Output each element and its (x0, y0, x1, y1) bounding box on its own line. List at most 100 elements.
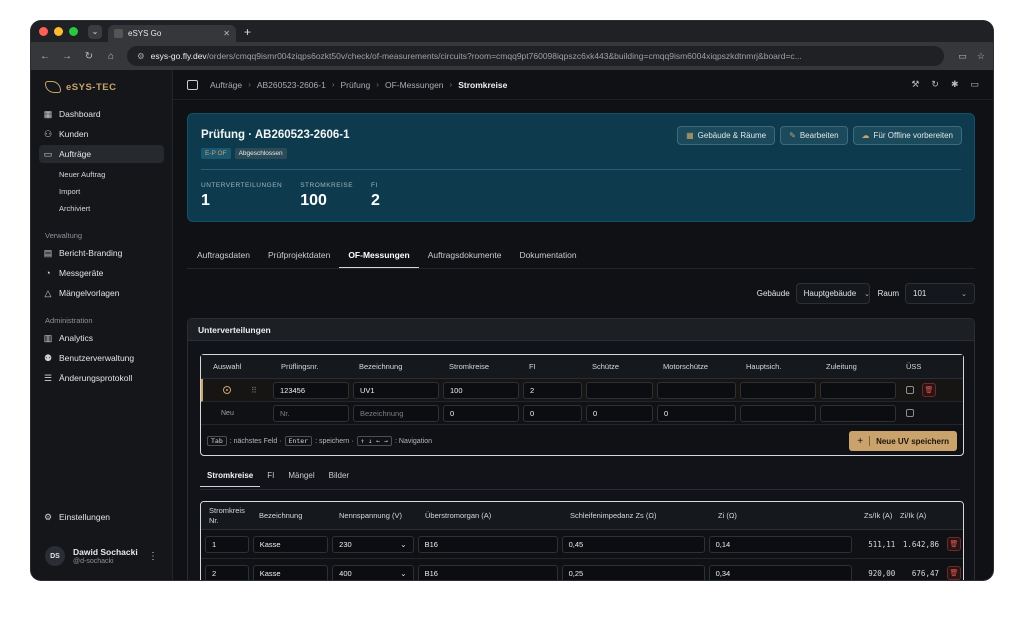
sidebar-item-kunden[interactable]: ⚇ Kunden (39, 125, 164, 143)
sidebar-item-maengelvorlagen[interactable]: △ Mängelvorlagen (39, 284, 164, 302)
schuetze-input[interactable] (586, 381, 653, 399)
forward-arrow-icon[interactable]: → (61, 51, 73, 62)
sidebar-subitem-archiviert[interactable]: Archiviert (59, 200, 172, 217)
sidebar-subitem-import[interactable]: Import (59, 183, 172, 200)
building-select[interactable]: Hauptgebäude ⌄ (795, 283, 870, 304)
zs-input[interactable]: 0,25 (561, 564, 705, 580)
stromkreise-input[interactable]: 0 (443, 404, 519, 422)
url-path: /orders/cmqq9ismr004ziqps6ozkt50v/check/… (206, 51, 802, 61)
sidebar-subitem-neuer-auftrag[interactable]: Neuer Auftrag (59, 166, 172, 183)
col-ueberstromorgan: Überstromorgan (A) (425, 510, 492, 520)
hauptsich-input[interactable] (740, 381, 816, 399)
sidebar-item-aenderungsprotokoll[interactable]: ☰ Änderungsprotokoll (39, 369, 164, 387)
brand-logo[interactable]: eSYS-TEC (31, 78, 172, 103)
sidebar-item-analytics[interactable]: ▥ Analytics (39, 329, 164, 347)
subtab-bilder[interactable]: Bilder (322, 471, 356, 487)
subtab-stromkreise[interactable]: Stromkreise (200, 471, 261, 487)
prepare-offline-button[interactable]: ☁ Für Offline vorbereiten (852, 126, 962, 145)
trash-icon[interactable]: 🗑 (947, 566, 961, 580)
maximize-window-button[interactable] (69, 27, 78, 36)
bookmark-star-icon[interactable]: ☆ (977, 51, 985, 62)
select-radio[interactable] (223, 386, 231, 394)
breadcrumb-of-messungen[interactable]: OF-Messungen (385, 80, 444, 90)
save-uv-button[interactable]: + Neue UV speichern (849, 431, 957, 451)
tab-auftragsdaten[interactable]: Auftragsdaten (195, 250, 259, 268)
monitor-icon[interactable]: ▭ (970, 79, 979, 90)
fi-input[interactable]: 0 (523, 404, 582, 422)
uess-checkbox[interactable] (906, 386, 914, 394)
more-vertical-icon[interactable]: ⋮ (148, 551, 158, 562)
table-row-new[interactable]: Neu Nr. Bezeichnung 0 0 0 0 (201, 402, 963, 425)
breadcrumb-auftraege[interactable]: Aufträge (210, 80, 242, 90)
voltage-select[interactable]: 400 ⌄ (332, 564, 414, 580)
tab-pruefprojektdaten[interactable]: Prüfprojektdaten (259, 250, 339, 268)
edit-button[interactable]: ✎ Bearbeiten (780, 126, 848, 145)
close-tab-icon[interactable]: ✕ (223, 29, 230, 38)
cast-icon[interactable]: ▭ (958, 51, 967, 62)
bezeichnung-input[interactable]: Bezeichnung (353, 404, 439, 422)
uv-table-header: Auswahl Prüflingsnr. Bezeichnung Stromkr… (201, 355, 963, 379)
stromkreise-input[interactable]: 100 (443, 381, 519, 399)
sidebar-item-einstellungen[interactable]: ⚙ Einstellungen (39, 508, 164, 526)
tab-of-messungen[interactable]: OF-Messungen (339, 250, 420, 268)
subtab-maengel[interactable]: Mängel (281, 471, 321, 487)
table-row[interactable]: 1 Kasse 230 ⌄ B16 0,45 0,14 511,11 1.642,… (201, 530, 963, 559)
subtab-fi[interactable]: FI (260, 471, 281, 487)
trash-icon[interactable]: 🗑 (922, 383, 936, 397)
sidebar-item-benutzerverwaltung[interactable]: ⚉ Benutzerverwaltung (39, 349, 164, 367)
drag-handle-icon[interactable]: ⠿ (251, 386, 257, 395)
table-row[interactable]: ⠿ 123456 UV1 100 2 🗑 (201, 379, 963, 402)
table-row[interactable]: 2 Kasse 400 ⌄ B16 0,25 0,34 920,00 676,47… (201, 559, 963, 580)
schuetze-input[interactable]: 0 (586, 404, 653, 422)
sidebar-item-auftraege[interactable]: ▭ Aufträge (39, 145, 164, 163)
address-bar[interactable]: ⚙ esys-go.fly.dev /orders/cmqq9ismr004zi… (127, 46, 945, 66)
minimize-window-button[interactable] (54, 27, 63, 36)
room-select[interactable]: 101 ⌄ (905, 283, 975, 304)
voltage-select[interactable]: 230 ⌄ (332, 535, 414, 553)
motorschuetze-input[interactable] (657, 381, 736, 399)
reload-icon[interactable]: ↻ (83, 51, 95, 62)
circuit-nr-input[interactable]: 2 (205, 564, 249, 580)
tab-list-chevron-icon[interactable]: ⌄ (88, 24, 102, 39)
circuit-nr-input[interactable]: 1 (205, 535, 249, 553)
zi-input[interactable]: 0,14 (708, 535, 852, 553)
trash-icon[interactable]: 🗑 (947, 537, 961, 551)
sidebar-toggle-icon[interactable] (187, 79, 198, 90)
zuleitung-input[interactable] (820, 404, 896, 422)
stat-unterverteilungen: UNTERVERTEILUNGEN 1 (201, 182, 282, 210)
status-badge: Abgeschlossen (234, 148, 287, 159)
circuit-bezeichnung-input[interactable]: Kasse (252, 535, 329, 553)
tab-auftragsdokumente[interactable]: Auftragsdokumente (419, 250, 511, 268)
unterverteilungen-panel: Unterverteilungen Auswahl Prüflingsnr. B… (187, 318, 975, 580)
breadcrumb-order[interactable]: AB260523-2606-1 (257, 80, 326, 90)
zuleitung-input[interactable] (820, 381, 896, 399)
bezeichnung-input[interactable]: UV1 (353, 381, 439, 399)
stat-label: FI (371, 182, 378, 189)
wrench-icon[interactable]: ⚒ (911, 79, 919, 90)
bug-icon[interactable]: ✱ (951, 79, 959, 90)
hauptsich-input[interactable] (740, 404, 816, 422)
sidebar-item-bericht-branding[interactable]: ▤ Bericht-Branding (39, 244, 164, 262)
close-window-button[interactable] (39, 27, 48, 36)
home-icon[interactable]: ⌂ (105, 51, 117, 62)
browser-tab[interactable]: eSYS Go ✕ (108, 25, 236, 42)
zs-input[interactable]: 0,45 (561, 535, 705, 553)
motorschuetze-input[interactable]: 0 (657, 404, 736, 422)
uess-checkbox[interactable] (906, 409, 914, 417)
sidebar-item-messgeraete[interactable]: ◔ Messgeräte (39, 264, 164, 282)
zi-input[interactable]: 0,34 (708, 564, 852, 580)
pruefling-input[interactable]: Nr. (273, 404, 349, 422)
pruefling-input[interactable]: 123456 (273, 381, 349, 399)
breadcrumb-pruefung[interactable]: Prüfung (341, 80, 371, 90)
back-arrow-icon[interactable]: ← (39, 51, 51, 62)
tab-dokumentation[interactable]: Dokumentation (510, 250, 585, 268)
buildings-rooms-button[interactable]: ▦ Gebäude & Räume (677, 126, 776, 145)
sync-icon[interactable]: ↻ (931, 79, 939, 90)
overcurrent-input[interactable]: B16 (417, 564, 558, 580)
circuit-bezeichnung-input[interactable]: Kasse (252, 564, 329, 580)
overcurrent-input[interactable]: B16 (417, 535, 558, 553)
new-tab-plus-icon[interactable]: + (244, 25, 251, 39)
fi-input[interactable]: 2 (523, 381, 582, 399)
user-menu[interactable]: DS Dawid Sochacki @d-sochacki ⋮ (31, 536, 172, 580)
sidebar-item-dashboard[interactable]: ▦ Dashboard (39, 105, 164, 123)
